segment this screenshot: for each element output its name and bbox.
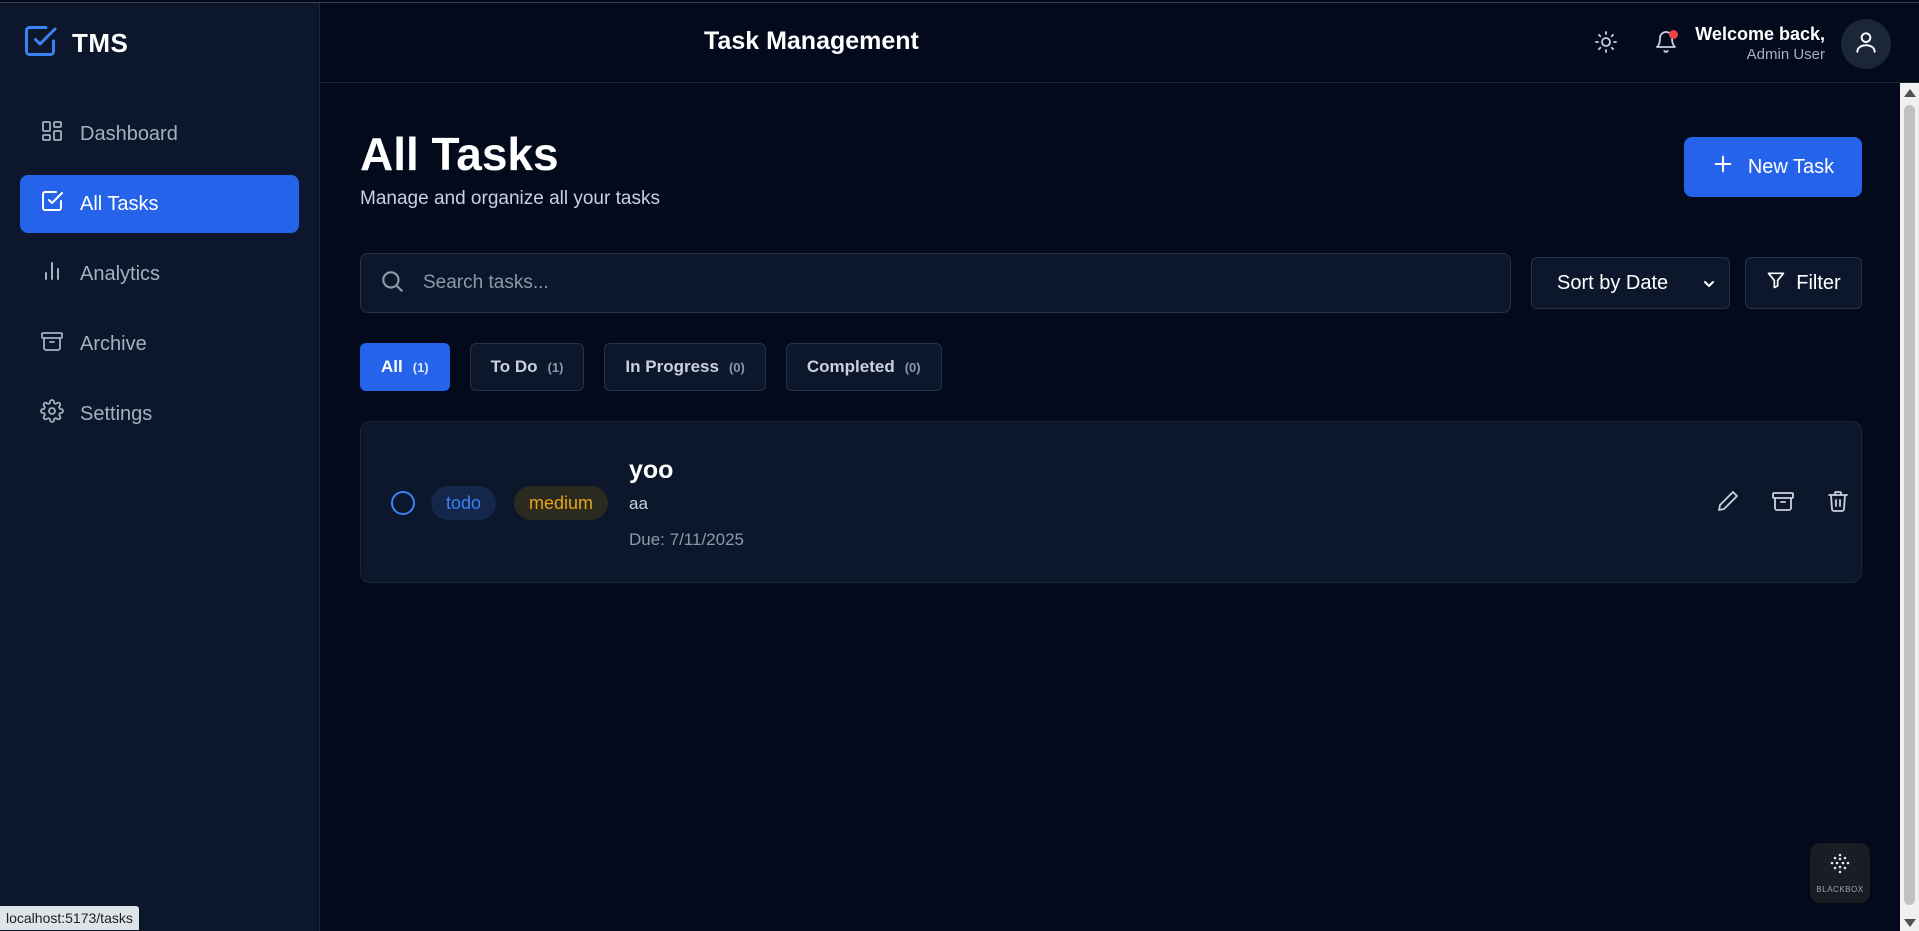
brand[interactable]: TMS: [22, 23, 128, 63]
sidebar-item-settings[interactable]: Settings: [20, 385, 299, 443]
archive-icon: [1771, 489, 1795, 518]
header-title: Task Management: [704, 27, 919, 55]
sidebar-item-label: Dashboard: [80, 122, 178, 145]
welcome-text: Welcome back,: [1695, 24, 1825, 44]
pencil-icon: [1716, 489, 1740, 518]
delete-task-button[interactable]: [1824, 489, 1852, 517]
checkbox-icon: [22, 23, 58, 64]
filter-icon: [1766, 270, 1796, 296]
task-title: yoo: [629, 456, 674, 484]
status-tabs: All (1) To Do (1) In Progress (0) Comple…: [360, 343, 962, 391]
sort-select[interactable]: Sort by Date: [1531, 257, 1730, 309]
scroll-thumb[interactable]: [1904, 105, 1915, 905]
notifications-button[interactable]: [1648, 26, 1684, 62]
tab-count: (1): [547, 359, 564, 375]
theme-toggle-button[interactable]: [1588, 26, 1624, 62]
task-card: todo medium yoo aa Due: 7/11/2025: [360, 421, 1862, 583]
tab-to-do[interactable]: To Do (1): [469, 343, 585, 391]
blackbox-extension-button[interactable]: BLACKBOX: [1810, 843, 1870, 903]
tab-label: All: [381, 357, 403, 376]
blackbox-logo-icon: [1827, 852, 1853, 883]
search-input[interactable]: [421, 271, 1471, 295]
filter-button[interactable]: Filter: [1745, 257, 1862, 309]
tab-in-progress[interactable]: In Progress (0): [604, 343, 766, 391]
sidebar-item-all-tasks[interactable]: All Tasks: [20, 175, 299, 233]
tab-completed[interactable]: Completed (0): [785, 343, 942, 391]
app-window: TMS Dashboard All Tasks Analytics Archiv…: [0, 2, 1919, 931]
tab-label: To Do: [490, 357, 538, 376]
edit-task-button[interactable]: [1714, 489, 1742, 517]
dashboard-icon: [40, 119, 80, 149]
sidebar-item-archive[interactable]: Archive: [20, 315, 299, 373]
tab-count: (0): [904, 359, 921, 375]
sidebar-item-label: Analytics: [80, 262, 161, 285]
task-description: aa: [629, 494, 648, 513]
tab-count: (1): [412, 359, 429, 375]
checkbox-icon: [40, 189, 80, 219]
sidebar-item-analytics[interactable]: Analytics: [20, 245, 299, 303]
trash-icon: [1826, 489, 1850, 518]
tab-all[interactable]: All (1): [360, 343, 450, 391]
archive-task-button[interactable]: [1769, 489, 1797, 517]
notification-dot: [1669, 30, 1678, 39]
user-name: Admin User: [1746, 46, 1825, 63]
browser-status-url: localhost:5173/tasks: [0, 906, 139, 930]
sidebar-item-dashboard[interactable]: Dashboard: [20, 105, 299, 163]
scroll-down-arrow[interactable]: [1904, 919, 1916, 927]
task-complete-toggle[interactable]: [391, 491, 415, 515]
new-task-button[interactable]: New Task: [1684, 137, 1862, 197]
tab-count: (0): [728, 359, 745, 375]
brand-name: TMS: [72, 27, 129, 58]
user-icon: [1853, 29, 1879, 60]
sidebar-item-label: Archive: [80, 332, 147, 355]
top-header: Task Management Welcome back, Admin User: [320, 3, 1919, 83]
avatar[interactable]: [1841, 19, 1891, 69]
blackbox-label: BLACKBOX: [1816, 885, 1864, 894]
sort-label: Sort by Date: [1557, 271, 1669, 294]
tab-label: Completed: [806, 357, 895, 376]
page-title: All Tasks: [360, 128, 559, 180]
archive-icon: [40, 329, 80, 359]
search-box: [360, 253, 1511, 313]
sidebar: TMS Dashboard All Tasks Analytics Archiv…: [0, 3, 320, 931]
sidebar-nav: Dashboard All Tasks Analytics Archive Se…: [20, 105, 299, 455]
gear-icon: [40, 399, 80, 429]
new-task-label: New Task: [1747, 155, 1835, 178]
sun-icon: [1594, 30, 1618, 59]
search-icon: [361, 268, 405, 299]
plus-icon: [1712, 153, 1748, 181]
task-due-date: Due: 7/11/2025: [629, 530, 744, 549]
user-greeting: Welcome back, Admin User: [1695, 23, 1825, 65]
filter-label: Filter: [1796, 271, 1841, 294]
tab-label: In Progress: [625, 357, 719, 376]
status-badge: todo: [431, 486, 497, 520]
sidebar-item-label: All Tasks: [80, 192, 159, 215]
scroll-up-arrow[interactable]: [1904, 89, 1916, 97]
main-content: All Tasks Manage and organize all your t…: [320, 83, 1900, 931]
sidebar-item-label: Settings: [80, 402, 153, 425]
page-subtitle: Manage and organize all your tasks: [360, 188, 660, 209]
page-scrollbar[interactable]: [1900, 83, 1919, 931]
priority-badge: medium: [514, 486, 609, 520]
bar-chart-icon: [40, 259, 80, 289]
